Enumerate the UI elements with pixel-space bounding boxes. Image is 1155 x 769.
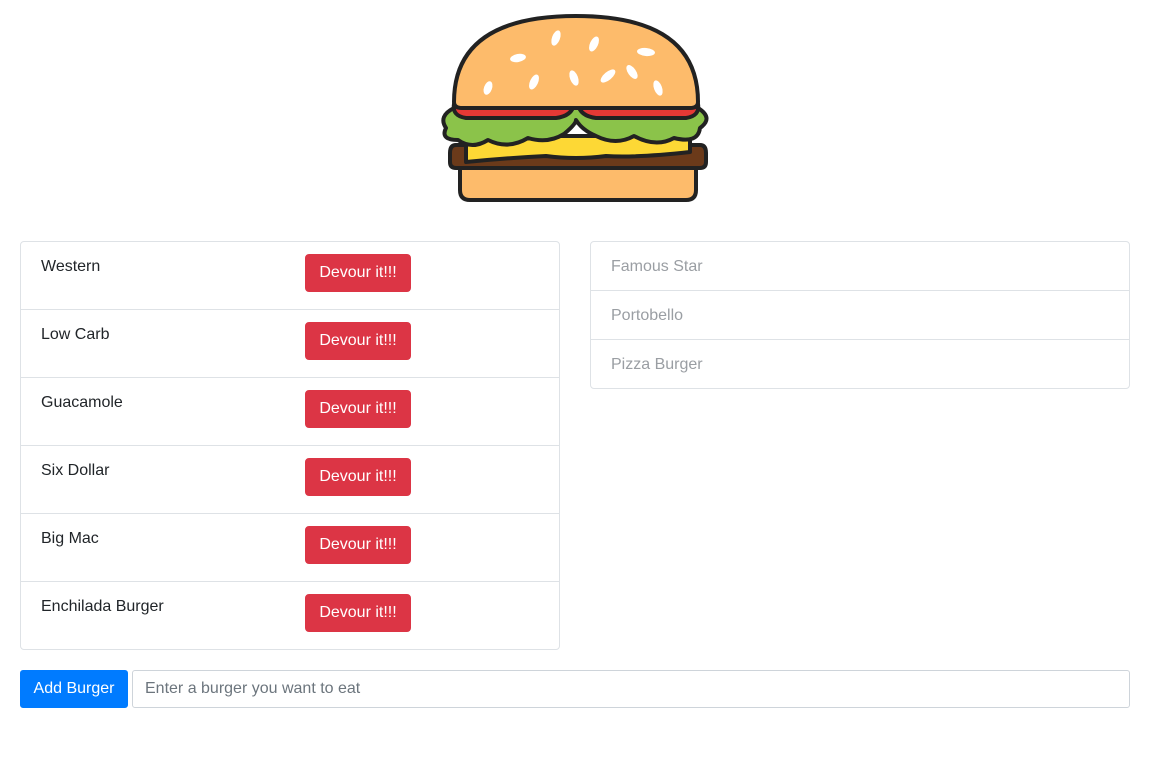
devour-button[interactable]: Devour it!!! xyxy=(305,594,411,632)
devoured-burger-list: Famous Star Portobello Pizza Burger xyxy=(590,241,1130,389)
burger-name: Guacamole xyxy=(41,394,123,411)
list-item: Pizza Burger xyxy=(591,339,1129,388)
devour-button[interactable]: Devour it!!! xyxy=(305,390,411,428)
list-item: Guacamole Devour it!!! xyxy=(21,377,559,445)
add-burger-button[interactable]: Add Burger xyxy=(20,670,128,708)
burger-name: Western xyxy=(41,258,101,275)
list-item: Portobello xyxy=(591,290,1129,339)
devoured-burger-name: Pizza Burger xyxy=(611,356,703,373)
burger-icon xyxy=(441,14,709,202)
list-item: Enchilada Burger Devour it!!! xyxy=(21,581,559,649)
list-item: Famous Star xyxy=(591,242,1129,290)
burger-logo xyxy=(436,12,716,204)
devour-button[interactable]: Devour it!!! xyxy=(305,254,411,292)
devour-button[interactable]: Devour it!!! xyxy=(305,526,411,564)
uneaten-burger-list: Western Devour it!!! Low Carb Devour it!… xyxy=(20,241,560,650)
devoured-burger-name: Portobello xyxy=(611,307,684,324)
burger-name: Enchilada Burger xyxy=(41,598,164,615)
burger-name: Six Dollar xyxy=(41,462,110,479)
list-item: Low Carb Devour it!!! xyxy=(21,309,559,377)
devoured-burger-name: Famous Star xyxy=(611,258,703,275)
burger-name: Low Carb xyxy=(41,326,110,343)
devour-button[interactable]: Devour it!!! xyxy=(305,458,411,496)
devour-button[interactable]: Devour it!!! xyxy=(305,322,411,360)
burger-name: Big Mac xyxy=(41,530,99,547)
list-item: Six Dollar Devour it!!! xyxy=(21,445,559,513)
list-item: Western Devour it!!! xyxy=(21,242,559,309)
burger-name-input[interactable] xyxy=(132,670,1130,708)
list-item: Big Mac Devour it!!! xyxy=(21,513,559,581)
